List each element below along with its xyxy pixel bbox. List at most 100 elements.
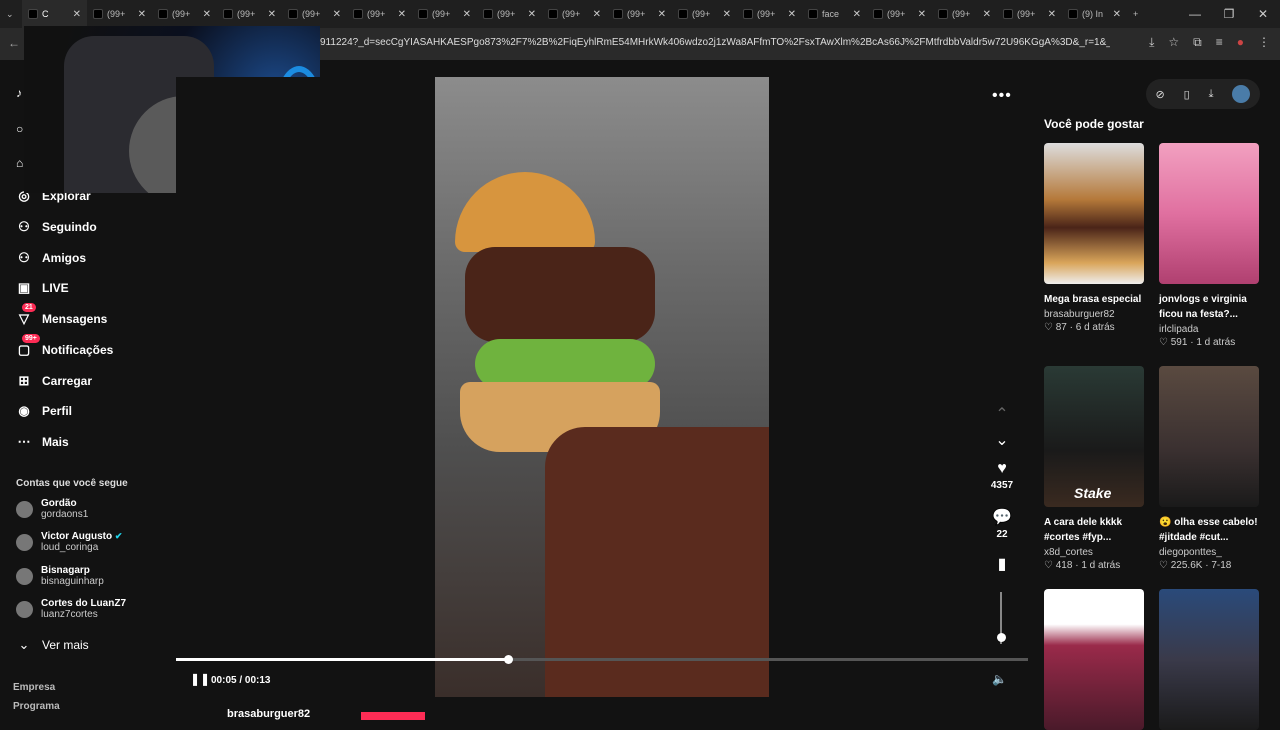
tab-list-button[interactable]: ⌄ — [0, 0, 22, 28]
progress-bar[interactable] — [176, 655, 1028, 664]
video-thumbnail[interactable] — [1159, 143, 1259, 284]
user-avatar[interactable] — [1232, 85, 1251, 103]
tab-close-icon[interactable]: ✕ — [268, 9, 276, 20]
back-icon[interactable]: ← — [8, 36, 20, 50]
card-author[interactable]: diegoponttes_ — [1159, 547, 1259, 558]
tab-close-icon[interactable]: ✕ — [983, 9, 991, 20]
sidebar-item-seguindo[interactable]: ⚇ Seguindo — [16, 219, 97, 235]
recommended-video-card[interactable] — [1159, 589, 1259, 730]
author-name[interactable]: brasaburguer82 — [227, 708, 310, 720]
compass-small-icon[interactable]: ⊘ — [1155, 88, 1164, 101]
download-icon[interactable]: ⤓ — [1209, 88, 1214, 101]
more-options-icon[interactable]: ••• — [992, 87, 1012, 105]
bookmark-star-icon[interactable]: ☆ — [1168, 35, 1179, 50]
browser-tab[interactable]: (99+ ✕ — [737, 0, 802, 28]
recommended-video-card[interactable]: jonvlogs e virginia ficou na festa?... ir… — [1159, 143, 1259, 348]
tiktok-logo-icon[interactable]: ♪ — [16, 86, 22, 100]
maximize-icon[interactable]: ❐ — [1212, 0, 1246, 28]
sidebar-item-perfil[interactable]: ◉ Perfil — [16, 403, 72, 419]
follow-button[interactable] — [361, 712, 425, 720]
save-button[interactable]: ▮ — [984, 554, 1020, 574]
browser-tab[interactable]: (99+ ✕ — [282, 0, 347, 28]
card-author[interactable]: brasaburguer82 — [1044, 309, 1144, 320]
recommended-video-card[interactable]: Mega brasa especial brasaburguer82 ♡ 87 · … — [1044, 143, 1144, 333]
new-tab-button[interactable]: + — [1127, 0, 1151, 28]
browser-tab[interactable]: (99+ ✕ — [87, 0, 152, 28]
url-field[interactable]: 911224?_d=secCgYIASAHKAESPgo873%2F7%2B%2… — [320, 37, 1110, 48]
video-thumbnail[interactable]: Stake — [1044, 366, 1144, 507]
followed-account[interactable]: Victor Augusto ✔ loud_coringa — [16, 531, 122, 553]
tab-close-icon[interactable]: ✕ — [918, 9, 926, 20]
tab-close-icon[interactable]: ✕ — [73, 9, 81, 20]
tab-close-icon[interactable]: ✕ — [593, 9, 601, 20]
card-author[interactable]: x8d_cortes — [1044, 547, 1144, 558]
sidebar-item-mensagens[interactable]: ▽ 21 Mensagens — [16, 303, 107, 327]
tab-close-icon[interactable]: ✕ — [463, 9, 471, 20]
card-author[interactable]: irlclipada — [1159, 324, 1259, 335]
media-icon[interactable]: ≡ — [1216, 35, 1223, 50]
browser-tab[interactable]: face ✕ — [802, 0, 867, 28]
footer-link-programa[interactable]: Programa — [13, 701, 60, 712]
close-window-icon[interactable]: ✕ — [1246, 0, 1280, 28]
video-thumbnail[interactable] — [1159, 589, 1259, 730]
browser-tab[interactable]: (99+ ✕ — [932, 0, 997, 28]
tab-close-icon[interactable]: ✕ — [853, 9, 861, 20]
browser-tab[interactable]: C ✕ — [22, 0, 87, 28]
install-icon[interactable]: ⤓ — [1149, 35, 1154, 50]
browser-menu-icon[interactable]: ⋮ — [1258, 35, 1270, 50]
video-frame[interactable] — [435, 77, 769, 697]
sidebar-item-notificações[interactable]: ▢ 99+ Notificações — [16, 334, 113, 358]
tab-close-icon[interactable]: ✕ — [1048, 9, 1056, 20]
minimize-icon[interactable]: — — [1178, 0, 1212, 28]
tab-close-icon[interactable]: ✕ — [723, 9, 731, 20]
search-icon[interactable]: ○ — [16, 122, 23, 136]
browser-tab[interactable]: (99+ ✕ — [412, 0, 477, 28]
tab-close-icon[interactable]: ✕ — [528, 9, 536, 20]
comment-count: 22 — [996, 529, 1008, 540]
pause-icon[interactable]: ❚❚ — [190, 672, 210, 686]
previous-video-icon[interactable]: ⌃ — [984, 404, 1020, 424]
tab-close-icon[interactable]: ✕ — [138, 9, 146, 20]
see-more-button[interactable]: ⌄ Ver mais — [16, 637, 89, 653]
video-thumbnail[interactable] — [1044, 589, 1144, 730]
sidebar-item-mais[interactable]: ⋯ Mais — [16, 434, 69, 450]
browser-tab[interactable]: (99+ ✕ — [347, 0, 412, 28]
tiktok-favicon-icon — [288, 9, 298, 19]
home-icon[interactable]: ⌂ — [16, 156, 23, 170]
followed-account[interactable]: Gordão gordaons1 — [16, 498, 88, 520]
tab-close-icon[interactable]: ✕ — [398, 9, 406, 20]
profile-avatar-icon[interactable]: ● — [1237, 35, 1244, 50]
sidebar-item-carregar[interactable]: ⊞ Carregar — [16, 373, 92, 389]
browser-tab[interactable]: (99+ ✕ — [867, 0, 932, 28]
browser-tab[interactable]: (99+ ✕ — [997, 0, 1062, 28]
recommended-video-card[interactable]: 😮 olha esse cabelo! #jitdade #cut... dieg… — [1159, 366, 1259, 571]
browser-tab[interactable]: (99+ ✕ — [672, 0, 737, 28]
browser-tab[interactable]: (99+ ✕ — [152, 0, 217, 28]
next-video-icon[interactable]: ⌄ — [984, 430, 1020, 450]
comment-button[interactable]: 💬 22 — [984, 507, 1020, 540]
sidebar-item-live[interactable]: ▣ LIVE — [16, 280, 69, 296]
sidebar-item-amigos[interactable]: ⚇ Amigos — [16, 250, 86, 266]
tab-close-icon[interactable]: ✕ — [333, 9, 341, 20]
browser-tab[interactable]: (99+ ✕ — [607, 0, 672, 28]
volume-slider-knob[interactable] — [997, 633, 1006, 642]
footer-link-empresa[interactable]: Empresa — [13, 682, 55, 693]
tab-close-icon[interactable]: ✕ — [1113, 9, 1121, 20]
video-thumbnail[interactable] — [1044, 143, 1144, 284]
device-icon[interactable]: ▯ — [1184, 88, 1190, 101]
tab-close-icon[interactable]: ✕ — [788, 9, 796, 20]
like-button[interactable]: ♥ 4357 — [984, 460, 1020, 491]
browser-tab[interactable]: (99+ ✕ — [542, 0, 607, 28]
browser-tab[interactable]: (9) In ✕ — [1062, 0, 1127, 28]
extensions-icon[interactable]: ⧉ — [1193, 35, 1202, 50]
browser-tab[interactable]: (99+ ✕ — [477, 0, 542, 28]
volume-icon[interactable]: 🔈 — [992, 672, 1007, 686]
tab-close-icon[interactable]: ✕ — [203, 9, 211, 20]
followed-account[interactable]: Cortes do LuanZ7 luanz7cortes — [16, 598, 126, 620]
video-thumbnail[interactable] — [1159, 366, 1259, 507]
recommended-video-card[interactable] — [1044, 589, 1144, 730]
tab-close-icon[interactable]: ✕ — [658, 9, 666, 20]
browser-tab[interactable]: (99+ ✕ — [217, 0, 282, 28]
followed-account[interactable]: Bisnagarp bisnaguinharp — [16, 565, 104, 587]
recommended-video-card[interactable]: Stake A cara dele kkkk #cortes #fyp... x8d… — [1044, 366, 1144, 571]
